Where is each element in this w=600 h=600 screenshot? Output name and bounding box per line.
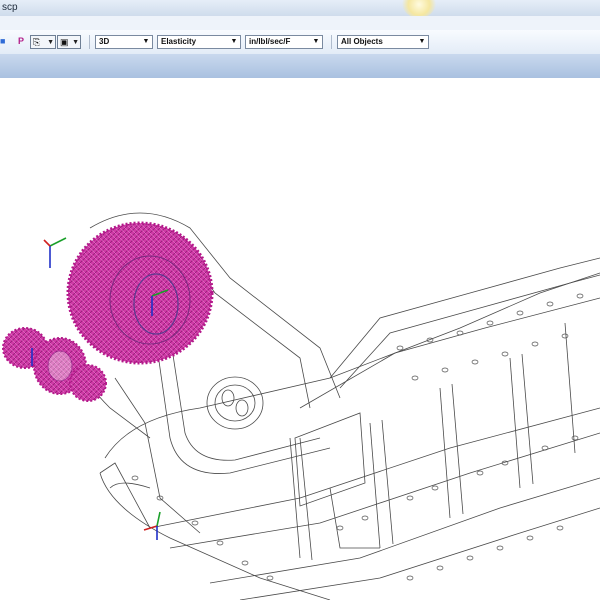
toolbar-separator	[89, 35, 90, 49]
ribbon-band	[0, 54, 600, 79]
units-select[interactable]: in/lbl/sec/F ▼	[245, 35, 323, 49]
chevron-down-icon: ▼	[47, 39, 54, 46]
view-mode-value: 3D	[99, 37, 110, 46]
p-icon[interactable]: P	[18, 36, 24, 47]
units-value: in/lbl/sec/F	[249, 37, 291, 46]
window-title: scp	[2, 2, 18, 13]
chevron-down-icon: ▼	[230, 38, 238, 45]
large-load-drum	[66, 221, 214, 365]
object-filter-select[interactable]: All Objects ▼	[337, 35, 429, 49]
chevron-down-icon: ▼	[142, 38, 150, 45]
copy-button[interactable]: ⎘ ▼	[30, 35, 56, 49]
camera-button[interactable]: ▣ ▼	[57, 35, 81, 49]
model-viewport[interactable]	[0, 78, 600, 600]
toolbar-separator	[331, 35, 332, 49]
camera-icon: ▣	[60, 37, 69, 47]
chevron-down-icon: ▼	[72, 39, 79, 46]
view-mode-select[interactable]: 3D ▼	[95, 35, 153, 49]
object-filter-value: All Objects	[341, 37, 383, 46]
menu-band	[0, 16, 600, 31]
result-type-select[interactable]: Elasticity ▼	[157, 35, 241, 49]
toolbar: ■ P ⎘ ▼ ▣ ▼ 3D ▼ Elasticity ▼ in/lbl/sec…	[0, 30, 600, 55]
result-type-value: Elasticity	[161, 37, 197, 46]
bolt-holes	[131, 293, 584, 581]
chevron-down-icon: ▼	[312, 38, 320, 45]
chevron-down-icon: ▼	[418, 38, 426, 45]
copy-icon: ⎘	[33, 37, 41, 47]
cube-icon[interactable]: ■	[0, 36, 5, 47]
wireframe-model	[2, 212, 600, 600]
title-bar: scp	[0, 0, 600, 18]
